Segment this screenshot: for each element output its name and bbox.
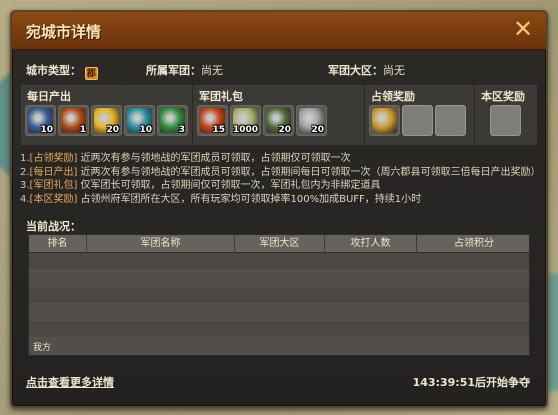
description-line: 4.[本区奖励] 占领州府军团所在大区，所有玩家均可领取掉率100%加成BUFF…	[20, 193, 538, 207]
column-header: 军团大区	[235, 235, 325, 253]
table-row	[29, 287, 529, 304]
more-details-link[interactable]: 点击查看更多详情	[26, 374, 114, 390]
table-header: 排名 军团名称 军团大区 攻打人数 占领积分	[29, 235, 529, 253]
region-reward-section: 本区奖励	[475, 85, 537, 145]
legion-gift-label: 军团礼包	[199, 90, 243, 103]
column-header: 占领积分	[454, 238, 494, 249]
gift-slot[interactable]: 15	[197, 105, 228, 136]
description-number: 2.	[20, 166, 30, 178]
legion-field: 所属军团：尚无	[146, 62, 223, 78]
item-count: 10	[40, 125, 53, 135]
item-count: 1000	[232, 125, 258, 135]
city-info-row: 城市类型： 郡 所属军团：尚无 军团大区：尚无	[20, 62, 538, 80]
daily-slot[interactable]: 1	[58, 105, 89, 136]
region-value: 尚无	[383, 64, 405, 77]
occupy-reward-label: 占领奖励	[371, 90, 415, 103]
item-count: 20	[106, 125, 119, 135]
daily-output-label: 每日产出	[27, 90, 71, 103]
close-icon[interactable]: ✕	[510, 17, 536, 43]
table-row	[29, 253, 529, 270]
description-text: 近两次有参与领地战的军团成员可领取，占领期仅可领取一次	[77, 153, 351, 164]
occupy-slot[interactable]	[369, 105, 400, 136]
gift-slot[interactable]: 1000	[230, 105, 261, 136]
table-row	[29, 321, 529, 338]
occupy-reward-section: 占领奖励	[365, 85, 475, 145]
item-count: 15	[212, 125, 225, 135]
dialog-title: 宛城市详情	[26, 23, 102, 41]
battle-status-title: 当前战况：	[26, 220, 81, 233]
my-legion-label: 我方	[33, 343, 52, 353]
city-type-field: 城市类型： 郡	[26, 62, 98, 80]
description-line: 2.[每日产出] 近两次有参与领地战的军团成员可领取，占领期间每日可领取一次（周…	[20, 166, 541, 180]
reward-descriptions: 1.[占领奖励] 近两次有参与领地战的军团成员可领取，占领期仅可领取一次 2.[每…	[20, 152, 541, 207]
description-tag: [占领奖励]	[29, 153, 78, 164]
item-count: 3	[178, 125, 185, 135]
column-header: 军团名称	[87, 235, 235, 253]
item-count: 10	[139, 125, 152, 135]
description-line: 3.[军团礼包] 仅军团长可领取，占领期间仅可领取一次，军团礼包内为非绑定道具	[20, 179, 538, 193]
legion-value: 尚无	[201, 64, 223, 77]
dialog-body: 城市类型： 郡 所属军团：尚无 军团大区：尚无 每日产出 10 1 20 10 3 军团…	[20, 56, 541, 402]
daily-slot[interactable]: 20	[91, 105, 122, 136]
item-count: 20	[311, 125, 324, 135]
description-text: 占领州府军团所在大区，所有玩家均可领取掉率100%加成BUFF，持续1小时	[77, 193, 422, 205]
description-tag: [军团礼包]	[29, 180, 78, 191]
table-row	[29, 270, 529, 287]
item-count: 20	[278, 125, 291, 135]
city-detail-dialog: 宛城市详情 ✕ 城市类型： 郡 所属军团：尚无 军团大区：尚无 每日产出 10 1…	[10, 10, 548, 408]
table-row	[29, 304, 529, 321]
city-type-badge: 郡	[84, 67, 98, 80]
legion-gift-section: 军团礼包 15 1000 20 20	[193, 85, 365, 145]
description-tag: [每日产出]	[29, 166, 78, 178]
gift-slot[interactable]: 20	[263, 105, 294, 136]
battle-countdown: 143:39:51后开始争夺	[412, 376, 530, 389]
description-tag: [本区奖励]	[29, 193, 78, 205]
description-number: 1.	[20, 153, 30, 164]
gift-slot[interactable]: 20	[296, 105, 327, 136]
description-text: 仅军团长可领取，占领期间仅可领取一次，军团礼包内为非绑定道具	[77, 180, 381, 191]
column-header: 攻打人数	[325, 235, 417, 253]
daily-slot[interactable]: 3	[157, 105, 188, 136]
column-header: 排名	[29, 235, 87, 253]
rewards-panel: 每日产出 10 1 20 10 3 军团礼包 15 1000 20 20 占领奖励 本区奖励	[20, 84, 538, 146]
region-reward-slot[interactable]	[490, 105, 521, 136]
occupy-empty-slot[interactable]	[435, 105, 466, 136]
daily-slot[interactable]: 10	[25, 105, 56, 136]
region-label: 军团大区：	[328, 64, 383, 77]
city-type-label: 城市类型：	[26, 64, 81, 77]
occupy-empty-slot[interactable]	[402, 105, 433, 136]
daily-output-section: 每日产出 10 1 20 10 3	[21, 85, 193, 145]
description-line: 1.[占领奖励] 近两次有参与领地战的军团成员可领取，占领期仅可领取一次	[20, 152, 538, 166]
battle-status-table: 排名 军团名称 军团大区 攻打人数 占领积分 我方	[28, 234, 530, 356]
description-text: 近两次有参与领地战的军团成员可领取，占领期间每日可领取一次（周六郡县可领取三倍每…	[77, 166, 541, 178]
gold-medal-icon	[372, 108, 397, 133]
description-number: 4.	[20, 193, 30, 205]
dialog-titlebar: 宛城市详情 ✕	[12, 12, 546, 50]
item-count: 1	[79, 125, 86, 135]
my-legion-row: 我方	[29, 338, 529, 355]
region-field: 军团大区：尚无	[328, 62, 405, 78]
legion-label: 所属军团：	[146, 64, 201, 77]
daily-slot[interactable]: 10	[124, 105, 155, 136]
region-reward-label: 本区奖励	[481, 90, 525, 103]
description-number: 3.	[20, 180, 30, 191]
